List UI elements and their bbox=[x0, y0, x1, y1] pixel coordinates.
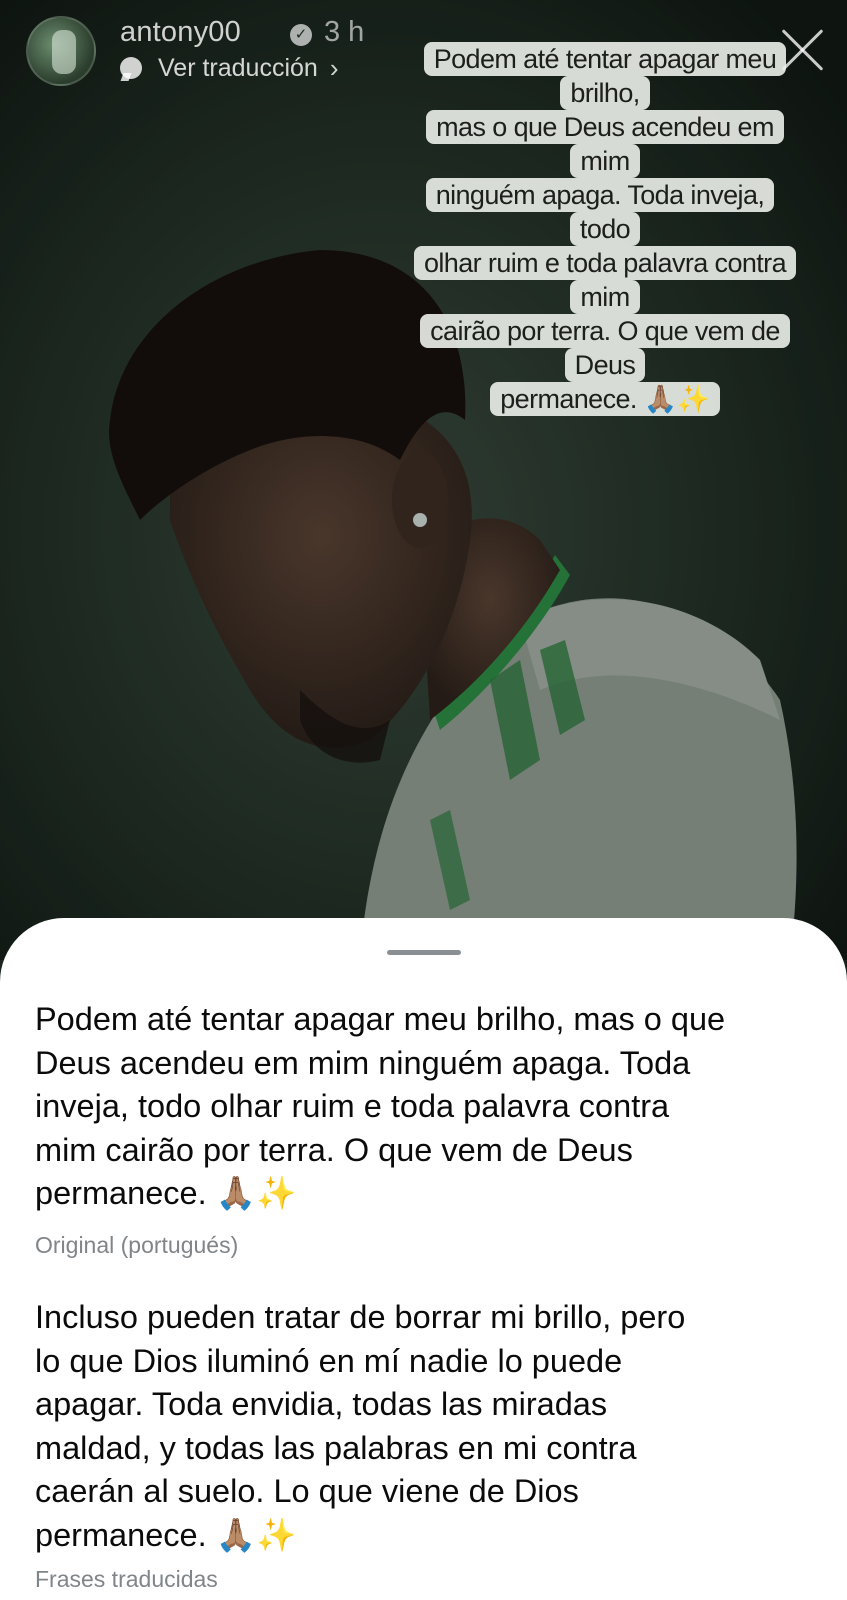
translated-line: caerán al suelo. Lo que viene de Dios bbox=[35, 1473, 579, 1509]
original-line: inveja, todo olhar ruim e toda palavra c… bbox=[35, 1088, 670, 1124]
sticker-line: olhar ruim e toda palavra contra mim bbox=[413, 246, 796, 314]
see-translation-button[interactable]: Ver traducción › bbox=[120, 52, 339, 84]
chevron-right-icon: › bbox=[329, 52, 339, 83]
sticker-line: permanece. 🙏🏽✨ bbox=[490, 382, 720, 416]
translated-line: permanece. 🙏🏽✨ bbox=[35, 1516, 297, 1553]
verified-badge-icon: ✓ bbox=[290, 24, 312, 46]
translated-line: maldad, y todas las palabras en mi contr… bbox=[35, 1429, 637, 1466]
translate-bubble-icon bbox=[120, 57, 142, 79]
original-language-caption: Original (portugués) bbox=[35, 1232, 239, 1258]
sticker-line: Podem até tentar apagar meu brilho, bbox=[423, 42, 787, 110]
original-line: permanece. 🙏🏽✨ bbox=[35, 1175, 297, 1211]
sticker-line: mas o que Deus acendeu em mim bbox=[426, 110, 784, 178]
avatar[interactable] bbox=[26, 16, 96, 86]
post-time: 3 h bbox=[324, 16, 365, 48]
original-text: Podem até tentar apagar meu brilho, mas … bbox=[35, 998, 825, 1216]
drag-handle[interactable] bbox=[387, 950, 461, 955]
original-line: Deus acendeu em mim ninguém apaga. Toda bbox=[35, 1044, 691, 1081]
translated-line: apagar. Toda envidia, todas las miradas bbox=[35, 1386, 608, 1422]
sticker-line: cairão por terra. O que vem de Deus bbox=[420, 314, 790, 382]
translated-line: lo que Dios iluminó en mí nadie lo puede bbox=[35, 1342, 623, 1379]
username[interactable]: antony00 bbox=[120, 16, 241, 49]
translated-line: Incluso pueden tratar de borrar mi brill… bbox=[35, 1299, 686, 1335]
text-sticker: Podem até tentar apagar meu brilho, mas … bbox=[404, 42, 806, 416]
see-translation-label: Ver traducción bbox=[158, 53, 318, 82]
sticker-line: ninguém apaga. Toda inveja, todo bbox=[425, 178, 775, 246]
translation-sheet[interactable]: Podem até tentar apagar meu brilho, mas … bbox=[0, 918, 847, 1600]
story-viewer[interactable]: antony00 ✓ 3 h Ver traducción › Podem at… bbox=[0, 0, 847, 1600]
translated-text: Incluso pueden tratar de borrar mi brill… bbox=[35, 1296, 825, 1557]
translated-caption: Frases traducidas bbox=[35, 1566, 218, 1592]
original-line: mim cairão por terra. O que vem de Deus bbox=[35, 1131, 633, 1168]
original-line: Podem até tentar apagar meu brilho, mas … bbox=[35, 1001, 726, 1037]
